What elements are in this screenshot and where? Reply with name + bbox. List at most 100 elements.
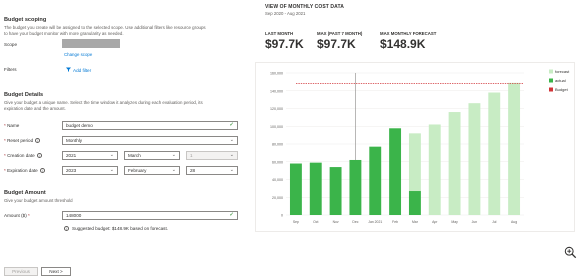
forecast-bar [508,82,521,215]
x-tick-label: Mar [412,220,419,224]
creation-year-value: 2021 [66,153,77,158]
kpi-label: MAX (PAST 7 MONTH) [317,31,363,36]
amount-heading: Budget Amount [4,190,46,196]
kpi-last-month: LAST MONTH $97.7K [265,31,304,51]
x-tick-label: Oct [313,220,318,224]
x-tick-label: Jul [492,220,497,224]
details-heading: Budget Details [4,92,44,98]
y-tick-label: 40,000 [272,178,283,182]
required-mark: * [4,168,6,173]
filters-label: Filters [4,67,17,72]
amount-description: Give your budget amount threshold [4,198,73,203]
info-icon[interactable]: i [35,138,41,143]
change-scope-link[interactable]: Change scope [64,52,92,57]
legend-label: forecast [555,69,570,74]
kpi-max-forecast: MAX MONTHLY FORECAST $148.9K [380,31,436,51]
creation-day-select: 1 ⌄ [186,151,238,160]
reset-period-label: * Reset period i [4,138,41,143]
creation-month-value: March [128,153,141,158]
creation-date-label: * Creation date i [4,153,42,158]
valid-check-icon: ✓ [229,122,234,128]
name-input-value: budget demo [66,123,93,128]
x-tick-label: Sep [293,220,299,224]
chevron-down-icon: ⌄ [171,167,176,173]
x-tick-label: Dec [352,220,358,224]
required-mark: * [4,123,6,128]
required-mark: * [28,213,30,218]
scope-value-redacted [62,39,120,48]
info-icon[interactable]: i [36,153,42,158]
amount-input[interactable]: 148000 ✓ [62,211,238,220]
chart-subtitle: Sep 2020 - Aug 2021 [265,11,306,16]
scoping-section: Budget scoping The budget you create wil… [4,17,246,37]
expiration-month-select[interactable]: February ⌄ [124,166,180,175]
x-tick-label: Nov [333,220,339,224]
chevron-down-icon: ⌄ [109,152,114,158]
kpi-value: $148.9K [380,37,426,51]
forecast-bar [468,103,481,215]
reset-period-select[interactable]: Monthly ⌄ [62,136,238,145]
scope-label: Scope [4,42,18,47]
scoping-description: The budget you create will be assigned t… [4,25,246,37]
expiration-date-label-text: Expiration date [7,168,38,173]
name-input[interactable]: budget demo ✓ [62,121,238,130]
actual-bar [369,146,382,215]
actual-bar [349,159,362,215]
reset-period-value: Monthly [66,138,83,143]
name-label: * Name [4,123,19,128]
y-tick-label: 140,000 [270,89,283,93]
expiration-year-value: 2023 [66,168,77,173]
details-section: Budget Details Give your budget a unique… [4,92,246,112]
x-tick-label: Feb [392,220,398,224]
legend-swatch [549,87,553,92]
creation-month-select[interactable]: March ⌄ [124,151,180,160]
amount-input-value: 148000 [66,213,82,218]
y-tick-label: 0 [281,214,283,218]
kpi-value: $97.7K [265,37,304,51]
add-filter-button[interactable]: Add filter [66,67,91,74]
valid-check-icon: ✓ [229,212,234,218]
forecast-bar [448,112,461,215]
kpi-label: LAST MONTH [265,31,294,36]
info-icon[interactable]: i [39,168,45,173]
expiration-year-select[interactable]: 2023 ⌄ [62,166,118,175]
legend-swatch [549,69,553,74]
chevron-down-icon: ⌄ [171,152,176,158]
name-label-text: Name [7,123,20,128]
details-description-line: expiration date and the amount. [4,106,66,111]
expiration-day-select[interactable]: 28 ⌄ [186,166,238,175]
x-tick-label: Apr [432,220,438,224]
y-tick-label: 100,000 [270,125,283,129]
x-tick-label: Jun [472,220,478,224]
amount-section: Budget Amount Give your budget amount th… [4,190,246,204]
y-tick-label: 20,000 [272,196,283,200]
zoom-in-icon[interactable] [564,246,577,262]
next-button[interactable]: Next > [41,267,71,276]
required-mark: * [4,138,6,143]
required-mark: * [4,153,6,158]
creation-year-select[interactable]: 2021 ⌄ [62,151,118,160]
actual-bar [389,128,402,215]
amount-label: Amount ($) * [4,213,30,218]
scoping-heading: Budget scoping [4,17,47,23]
expiration-month-value: February [128,168,147,173]
chart-title: VIEW OF MONTHLY COST DATA [265,4,344,10]
previous-button[interactable]: Previous [4,267,38,276]
creation-day-value: 1 [190,153,193,158]
creation-date-label-text: Creation date [7,153,35,158]
forecast-bar [428,124,441,215]
forecast-bar [488,92,501,215]
scoping-description-line: to have your budget monitor with more gr… [4,31,124,36]
cost-panel: VIEW OF MONTHLY COST DATA Sep 2020 - Aug… [255,0,580,278]
actual-bar [329,167,342,215]
suggested-budget: i Suggested budget: $148.9K based on for… [64,226,168,231]
kpi-label: MAX MONTHLY FORECAST [380,31,437,36]
actual-bar [309,162,322,215]
reset-period-label-text: Reset period [7,138,34,143]
expiration-date-label: * Expiration date i [4,168,45,173]
amount-label-text: Amount ($) [4,213,27,218]
x-tick-label: Jan 2021 [368,220,382,224]
actual-bar [289,163,302,215]
x-tick-label: Aug [511,220,517,224]
y-tick-label: 80,000 [272,143,283,147]
